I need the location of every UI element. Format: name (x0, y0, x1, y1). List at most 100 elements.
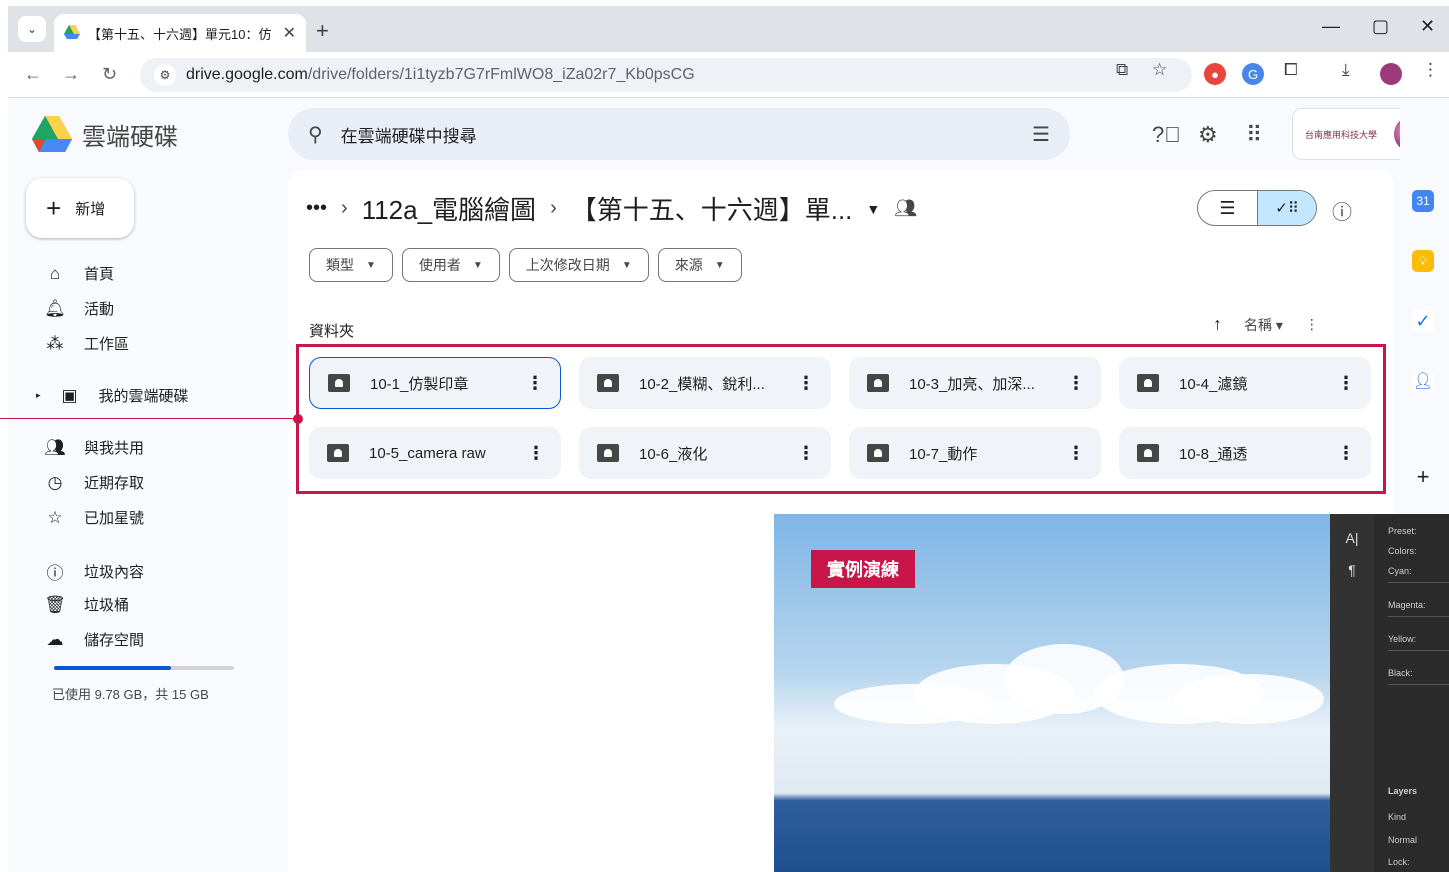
folder-card[interactable]: 10-5_camera raw ⋮ (309, 427, 561, 479)
more-vert-icon[interactable]: ⋮ (1067, 443, 1085, 464)
reload-icon[interactable]: ↻ (102, 64, 117, 85)
sidebar-item-activity[interactable]: 🔔︎ 活動 (44, 298, 114, 319)
folder-card[interactable]: 10-3_加亮、加深... ⋮ (849, 357, 1101, 409)
ps-divider (1388, 684, 1449, 685)
sidebar-item-label: 我的雲端硬碟 (98, 388, 189, 405)
sort-by-button[interactable]: 名稱 ▾ (1244, 315, 1283, 335)
site-info-icon[interactable]: ⚙ (154, 64, 176, 86)
plus-icon: + (46, 192, 62, 223)
address-bar[interactable]: ⚙ drive.google.com /drive/folders/1i1tyz… (140, 58, 1192, 92)
extension-icon[interactable]: ● (1204, 63, 1226, 85)
shared-folder-icon[interactable]: 👥︎ (894, 198, 917, 219)
profile-avatar-icon[interactable] (1380, 63, 1402, 85)
apps-grid-icon[interactable]: ⠿ (1246, 122, 1262, 148)
folder-card[interactable]: 10-6_液化 ⋮ (579, 427, 831, 479)
my-drive-icon: ▣ (61, 385, 78, 405)
keep-icon[interactable]: 💡︎ (1412, 250, 1434, 272)
translate-extension-icon[interactable]: G (1242, 63, 1264, 85)
folder-name: 10-1_仿製印章 (370, 375, 469, 393)
chip-label: 來源 (674, 257, 703, 273)
grid-view-icon[interactable]: ✓⠿ (1256, 191, 1316, 225)
info-icon[interactable]: ⓘ (1332, 196, 1352, 225)
close-icon[interactable]: ✕ (283, 23, 296, 43)
sidebar-item-my-drive[interactable]: ▸ ▣ 我的雲端硬碟 (36, 385, 189, 406)
ps-label: Colors: (1388, 546, 1417, 556)
browser-toolbar: ← → ↻ ⚙ drive.google.com /drive/folders/… (8, 52, 1449, 98)
folder-card[interactable]: 10-4_濾鏡 ⋮ (1119, 357, 1371, 409)
tab-search-icon[interactable]: ⌄ (18, 16, 46, 42)
drive-logo[interactable]: 雲端硬碟 (32, 116, 178, 152)
sidebar-item-label: 活動 (84, 301, 115, 318)
filter-people[interactable]: 使用者 ▼ (401, 248, 500, 282)
forward-icon[interactable]: → (62, 64, 80, 85)
download-icon[interactable]: ⤓ (1342, 60, 1350, 80)
folder-name: 10-8_通透 (1179, 445, 1248, 463)
bookmark-star-icon[interactable]: ☆ (1152, 60, 1167, 80)
window-close-icon[interactable]: ✕ (1420, 16, 1435, 37)
example-badge: 實例演練 (811, 550, 915, 588)
more-vert-icon[interactable]: ⋮ (797, 373, 815, 394)
maximize-icon[interactable]: ▢ (1372, 16, 1389, 37)
expand-arrow-icon[interactable]: ▸ (36, 390, 41, 401)
browser-tab[interactable]: 【第十五、十六週】單元10：仿 ✕ (54, 14, 306, 52)
sidebar-item-label: 垃圾桶 (84, 597, 130, 614)
sidebar-item-home[interactable]: ⌂ 首頁 (44, 263, 114, 284)
sidebar-item-storage[interactable]: ☁ 儲存空間 (44, 629, 145, 650)
tasks-icon[interactable]: ✓ (1412, 310, 1434, 332)
ps-label: Kind (1388, 812, 1407, 822)
folder-name: 10-2_模糊、銳利... (639, 375, 765, 393)
folder-card[interactable]: 10-8_通透 ⋮ (1119, 427, 1371, 479)
settings-gear-icon[interactable]: ⚙ (1198, 122, 1218, 148)
calendar-icon[interactable]: 31 (1412, 190, 1434, 212)
search-options-icon[interactable]: ☰ (1032, 122, 1050, 147)
lesson-preview-image: 實例演練 (774, 514, 1330, 872)
breadcrumb-parent[interactable]: 112a_電腦繪圖 (362, 190, 536, 227)
install-app-icon[interactable]: ⧉ (1116, 60, 1128, 80)
folder-card[interactable]: 10-1_仿製印章 ⋮ (309, 357, 561, 409)
sort-direction-icon[interactable]: ↑ (1213, 314, 1222, 335)
new-tab-icon[interactable]: + (316, 18, 329, 44)
app-name: 雲端硬碟 (82, 123, 178, 151)
browser-menu-icon[interactable]: ⋮ (1422, 60, 1439, 80)
sidebar-item-workspace[interactable]: ⁂ 工作區 (44, 333, 130, 354)
filter-source[interactable]: 來源 ▼ (657, 248, 742, 282)
search-bar[interactable]: ⚲ 在雲端硬碟中搜尋 ☰ (288, 108, 1070, 160)
folder-name: 10-3_加亮、加深... (909, 375, 1035, 393)
breadcrumb-current[interactable]: 【第十五、十六週】單... (571, 190, 853, 227)
search-input[interactable]: 在雲端硬碟中搜尋 (341, 122, 1032, 147)
breadcrumb: ••• › 112a_電腦繪圖 › 【第十五、十六週】單... ▼ 👥︎ (306, 190, 917, 227)
more-vert-icon[interactable]: ⋮ (527, 443, 545, 464)
new-button[interactable]: + 新增 (26, 178, 134, 238)
back-icon[interactable]: ← (24, 64, 42, 85)
more-vert-icon[interactable]: ⋮ (1337, 443, 1355, 464)
minimize-icon[interactable]: — (1322, 16, 1340, 37)
more-vert-icon[interactable]: ⋮ (797, 443, 815, 464)
more-vert-icon[interactable]: ⋮ (1305, 316, 1319, 333)
org-logo: 台南應用科技大學 (1305, 129, 1378, 140)
search-icon[interactable]: ⚲ (308, 122, 323, 147)
annotation-pointer-line (0, 418, 298, 419)
sidebar-item-trash[interactable]: 🗑︎ 垃圾桶 (44, 594, 129, 615)
filter-modified[interactable]: 上次修改日期 ▼ (508, 248, 649, 282)
list-view-icon[interactable]: ☰ (1198, 191, 1257, 225)
sidebar-item-recent[interactable]: ◷ 近期存取 (44, 472, 144, 493)
filter-type[interactable]: 類型 ▼ (309, 248, 393, 282)
more-vert-icon[interactable]: ⋮ (1337, 373, 1355, 394)
more-vert-icon[interactable]: ⋮ (1067, 373, 1085, 394)
caret-down-icon: ▼ (472, 259, 483, 271)
photoshop-toolstrip: A| ¶ (1330, 514, 1374, 872)
help-icon[interactable]: ?⃝ (1152, 122, 1181, 148)
folder-card[interactable]: 10-2_模糊、銳利... ⋮ (579, 357, 831, 409)
contacts-icon[interactable]: 👤︎ (1412, 370, 1434, 392)
extensions-puzzle-icon[interactable]: ⧠ (1284, 60, 1298, 80)
sidebar-item-shared[interactable]: 👥︎ 與我共用 (44, 437, 144, 458)
more-vert-icon[interactable]: ⋮ (526, 373, 544, 394)
add-addon-icon[interactable]: + (1412, 464, 1434, 489)
sidebar-item-starred[interactable]: ☆ 已加星號 (44, 507, 144, 528)
filter-chips: 類型 ▼ 使用者 ▼ 上次修改日期 ▼ 來源 ▼ (309, 248, 742, 282)
character-icon: A| (1345, 530, 1359, 546)
folder-menu-caret-icon[interactable]: ▼ (866, 201, 880, 217)
sidebar-item-spam[interactable]: ⓘ 垃圾內容 (44, 559, 145, 584)
breadcrumb-more-button[interactable]: ••• (306, 197, 327, 220)
folder-card[interactable]: 10-7_動作 ⋮ (849, 427, 1101, 479)
